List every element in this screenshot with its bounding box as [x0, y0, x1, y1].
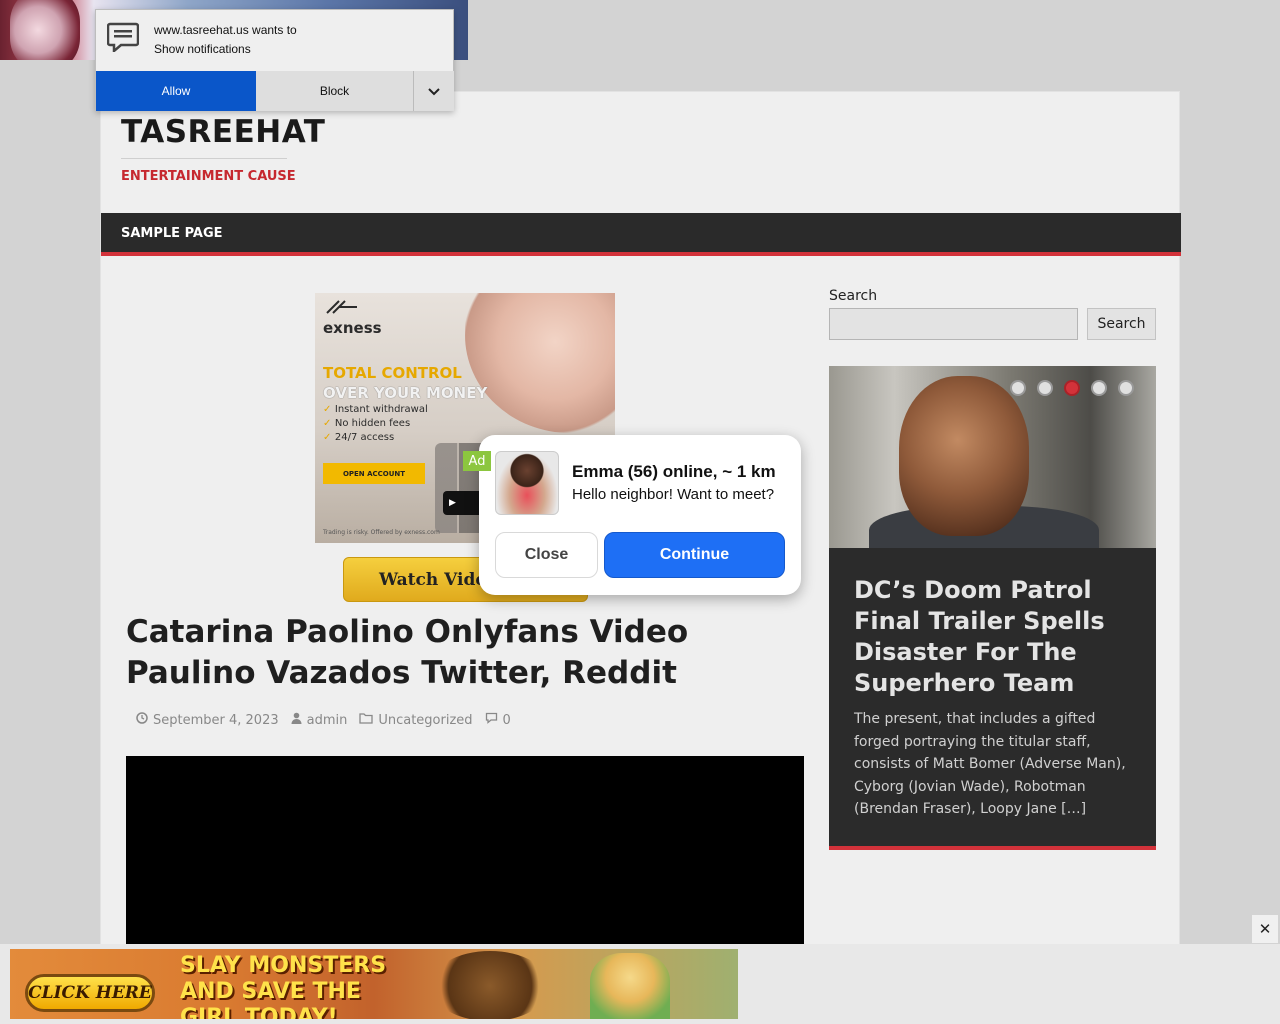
- post-comments[interactable]: 0: [485, 712, 511, 728]
- click-here-button[interactable]: CLICK HERE: [25, 974, 155, 1012]
- ad-disclaimer: Trading is risky. Offered by exness.com: [323, 529, 440, 536]
- nav-item-sample-page[interactable]: SAMPLE PAGE: [121, 226, 223, 241]
- slider-dot[interactable]: [1118, 380, 1134, 396]
- notification-request: Show notifications: [154, 42, 251, 56]
- ad-bullet: No hidden fees: [323, 417, 428, 431]
- ad-bullet: Instant withdrawal: [323, 403, 428, 417]
- girl-image: [590, 953, 670, 1019]
- search-input[interactable]: [829, 308, 1078, 340]
- ad-headline: TOTAL CONTROL OVER YOUR MONEY: [323, 363, 487, 403]
- folder-icon: [359, 712, 373, 728]
- play-icon: ▶: [449, 498, 456, 508]
- slider-dot[interactable]: [1037, 380, 1053, 396]
- chat-bubble-icon: [106, 22, 140, 54]
- ad-headline-line-2: OVER YOUR MONEY: [323, 384, 488, 402]
- post-author-text: admin: [306, 712, 348, 728]
- game-ad-text: SLAY MONSTERS AND SAVE THE GIRL TODAY!: [180, 953, 386, 1019]
- block-button[interactable]: Block: [256, 71, 414, 111]
- slider-dot-active[interactable]: [1064, 380, 1080, 396]
- slider-image[interactable]: [829, 366, 1156, 548]
- ad-hand-image: [465, 293, 615, 433]
- slider-post-title[interactable]: DC’s Doom Patrol Final Trailer Spells Di…: [854, 575, 1139, 699]
- bottom-sticky-ad: CLICK HERE SLAY MONSTERS AND SAVE THE GI…: [0, 944, 1280, 1024]
- ad-badge: Ad: [463, 451, 491, 471]
- user-icon: [291, 712, 302, 728]
- monster-image: [430, 951, 550, 1019]
- search-button[interactable]: Search: [1087, 308, 1156, 340]
- open-account-button[interactable]: OPEN ACCOUNT: [323, 463, 425, 484]
- close-icon[interactable]: ✕: [1252, 915, 1278, 943]
- site-tagline: ENTERTAINMENT CAUSE: [121, 169, 296, 184]
- more-options-button[interactable]: [414, 71, 454, 111]
- popup-message: Hello neighbor! Want to meet?: [572, 486, 775, 503]
- title-divider: [121, 158, 287, 159]
- game-ad-line-2: AND SAVE THE: [180, 979, 361, 1004]
- game-ad-line-1: SLAY MONSTERS: [180, 953, 387, 978]
- post-date[interactable]: September 4, 2023: [136, 712, 279, 728]
- post-title: Catarina Paolino Onlyfans Video Paulino …: [126, 614, 689, 691]
- robotman-head-image: [899, 376, 1029, 536]
- post-meta: September 4, 2023 admin Uncategorized 0: [136, 712, 511, 728]
- slider-dots: [1010, 380, 1134, 396]
- popup-name: Emma (56) online, ~ 1 km: [572, 462, 776, 481]
- chevron-down-icon: [427, 82, 441, 101]
- close-button[interactable]: Close: [495, 532, 598, 578]
- ad-bullet: 24/7 access: [323, 431, 428, 445]
- slider-dot[interactable]: [1010, 380, 1026, 396]
- post-category[interactable]: Uncategorized: [359, 712, 473, 728]
- exness-logo: exness: [323, 319, 382, 337]
- ad-headline-line-1: TOTAL CONTROL: [323, 364, 462, 382]
- notification-origin: www.tasreehat.us wants to: [154, 23, 297, 37]
- search-label: Search: [829, 288, 878, 304]
- post-date-text: September 4, 2023: [153, 712, 279, 728]
- clock-icon: [136, 712, 148, 728]
- avatar: [495, 451, 559, 515]
- continue-button[interactable]: Continue: [604, 532, 785, 578]
- featured-post-slider[interactable]: DC’s Doom Patrol Final Trailer Spells Di…: [829, 366, 1156, 850]
- chat-popup-ad: Ad Emma (56) online, ~ 1 km Hello neighb…: [463, 435, 801, 595]
- slider-post-excerpt: The present, that includes a gifted forg…: [854, 711, 1126, 817]
- main-navigation: SAMPLE PAGE: [101, 213, 1181, 256]
- exness-logo-icon: [325, 299, 359, 320]
- video-player[interactable]: [126, 756, 804, 956]
- post-author[interactable]: admin: [291, 712, 348, 728]
- slider-dot[interactable]: [1091, 380, 1107, 396]
- banner-character-image: [10, 0, 80, 60]
- notification-permission-prompt: www.tasreehat.us wants to Show notificat…: [95, 9, 454, 111]
- site-title[interactable]: TASREEHAT: [121, 114, 325, 150]
- game-ad-line-3: GIRL TODAY!: [180, 1005, 338, 1019]
- post-category-text: Uncategorized: [378, 712, 473, 728]
- allow-button[interactable]: Allow: [96, 71, 256, 111]
- ad-bullets: Instant withdrawal No hidden fees 24/7 a…: [323, 403, 428, 445]
- notification-message: www.tasreehat.us wants to Show notificat…: [154, 21, 297, 59]
- game-ad-banner[interactable]: CLICK HERE SLAY MONSTERS AND SAVE THE GI…: [10, 949, 738, 1019]
- post-comments-count: 0: [502, 712, 511, 728]
- comment-icon: [485, 712, 498, 728]
